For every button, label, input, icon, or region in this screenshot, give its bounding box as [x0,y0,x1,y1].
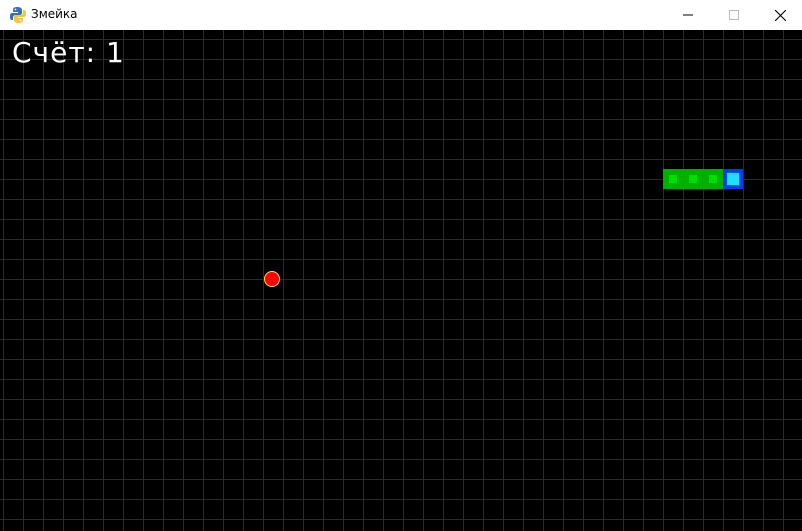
game-canvas[interactable]: Счёт: 1 [0,30,802,531]
close-button[interactable] [757,0,802,30]
title-bar[interactable]: Змейка [0,0,802,30]
maximize-button[interactable] [711,0,757,30]
snake-body-segment [663,169,683,189]
food-apple [264,271,280,287]
minimize-icon [683,14,693,16]
close-icon [774,9,786,21]
maximize-icon [729,10,739,20]
snake-head [723,169,743,189]
snake-body-segment [683,169,703,189]
game-window: Змейка Счёт: 1 [0,0,802,531]
minimize-button[interactable] [665,0,711,30]
window-title: Змейка [31,7,78,21]
score-label: Счёт: 1 [12,36,125,69]
snake-body-segment [703,169,723,189]
python-icon [9,6,27,24]
